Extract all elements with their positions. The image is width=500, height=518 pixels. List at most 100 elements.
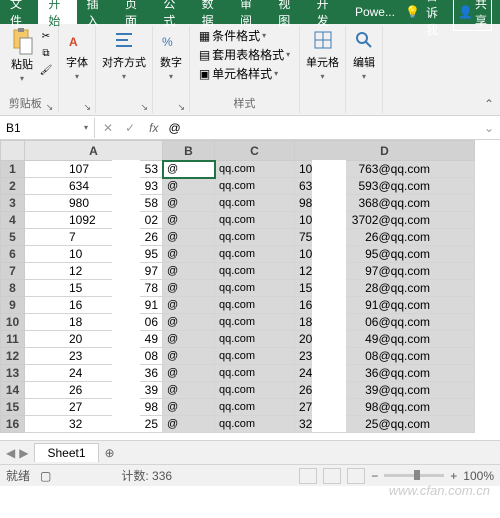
row-header-11[interactable]: 11 <box>1 331 25 348</box>
cell-B9[interactable]: @ <box>163 297 215 314</box>
cell-C6[interactable]: qq.com <box>215 246 295 263</box>
cell-B4[interactable]: @ <box>163 212 215 229</box>
cell-A12[interactable]: 2308 <box>25 348 163 365</box>
conditional-format-button[interactable]: ▦条件格式▾ <box>199 26 266 45</box>
cell-styles-button[interactable]: ▣单元格样式▾ <box>199 64 278 83</box>
enter-formula-icon[interactable]: ✓ <box>121 121 139 135</box>
alignment-button[interactable]: 对齐方式 ▾ <box>100 26 148 83</box>
sheet-nav-next-icon[interactable]: ▶ <box>19 446 28 460</box>
tab-power[interactable]: Powe... <box>345 0 405 24</box>
tab-formulas[interactable]: 公式 <box>153 0 191 24</box>
select-all-corner[interactable] <box>1 141 25 161</box>
cell-B3[interactable]: @ <box>163 195 215 212</box>
cell-B11[interactable]: @ <box>163 331 215 348</box>
row-header-1[interactable]: 1 <box>1 161 25 178</box>
cancel-formula-icon[interactable]: ✕ <box>99 121 117 135</box>
row-header-16[interactable]: 16 <box>1 416 25 433</box>
cell-A2[interactable]: 63493 <box>25 178 163 195</box>
cell-A13[interactable]: 2436 <box>25 365 163 382</box>
name-box[interactable]: B1 ▾ <box>0 118 95 138</box>
cells-button[interactable]: 单元格 ▾ <box>304 26 341 83</box>
tab-view[interactable]: 视图 <box>268 0 306 24</box>
cell-C5[interactable]: qq.com <box>215 229 295 246</box>
zoom-slider[interactable] <box>384 474 444 477</box>
row-header-10[interactable]: 10 <box>1 314 25 331</box>
spreadsheet-grid[interactable]: ABCD110753@qq.com10763@qq.com263493@qq.c… <box>0 140 500 440</box>
formula-value[interactable]: @ <box>164 121 184 135</box>
cell-C12[interactable]: qq.com <box>215 348 295 365</box>
tell-me[interactable]: 告诉我 <box>426 0 447 38</box>
zoom-out-button[interactable]: − <box>371 469 378 483</box>
format-as-table-button[interactable]: ▤套用表格格式▾ <box>199 45 290 64</box>
cut-button[interactable]: ✂ <box>38 28 54 44</box>
row-header-8[interactable]: 8 <box>1 280 25 297</box>
cell-B2[interactable]: @ <box>163 178 215 195</box>
fx-icon[interactable]: fx <box>143 121 164 135</box>
cell-C11[interactable]: qq.com <box>215 331 295 348</box>
tab-review[interactable]: 审阅 <box>230 0 268 24</box>
editing-button[interactable]: 编辑 ▾ <box>350 26 378 83</box>
row-header-5[interactable]: 5 <box>1 229 25 246</box>
cell-B1[interactable]: @ <box>163 161 215 178</box>
view-layout-button[interactable] <box>323 468 341 484</box>
row-header-9[interactable]: 9 <box>1 297 25 314</box>
row-header-15[interactable]: 15 <box>1 399 25 416</box>
cell-B5[interactable]: @ <box>163 229 215 246</box>
cell-C4[interactable]: qq.com <box>215 212 295 229</box>
dialog-launcher-icon[interactable]: ↘ <box>46 102 54 113</box>
cell-A15[interactable]: 2798 <box>25 399 163 416</box>
cell-C16[interactable]: qq.com <box>215 416 295 433</box>
cell-B15[interactable]: @ <box>163 399 215 416</box>
copy-button[interactable]: ⧉ <box>38 45 54 61</box>
add-sheet-button[interactable]: ⊕ <box>99 446 121 460</box>
cell-A10[interactable]: 1806 <box>25 314 163 331</box>
cell-C13[interactable]: qq.com <box>215 365 295 382</box>
row-header-14[interactable]: 14 <box>1 382 25 399</box>
cell-A7[interactable]: 1297 <box>25 263 163 280</box>
font-button[interactable]: A 字体 ▾ <box>63 26 91 83</box>
collapse-ribbon-icon[interactable]: ⌃ <box>484 97 494 111</box>
cell-A5[interactable]: 726 <box>25 229 163 246</box>
view-pagebreak-button[interactable] <box>347 468 365 484</box>
cell-C9[interactable]: qq.com <box>215 297 295 314</box>
cell-B14[interactable]: @ <box>163 382 215 399</box>
cell-C1[interactable]: qq.com <box>215 161 295 178</box>
tab-home[interactable]: 开始 <box>38 0 76 24</box>
cell-B7[interactable]: @ <box>163 263 215 280</box>
row-header-7[interactable]: 7 <box>1 263 25 280</box>
col-header-D[interactable]: D <box>295 141 475 161</box>
tab-insert[interactable]: 插入 <box>77 0 115 24</box>
format-painter-button[interactable]: 🖌 <box>38 62 54 78</box>
row-header-3[interactable]: 3 <box>1 195 25 212</box>
cell-B6[interactable]: @ <box>163 246 215 263</box>
tab-layout[interactable]: 页面 <box>115 0 153 24</box>
cell-B13[interactable]: @ <box>163 365 215 382</box>
dialog-launcher-icon[interactable]: ↘ <box>83 102 91 113</box>
cell-A14[interactable]: 2639 <box>25 382 163 399</box>
cell-C15[interactable]: qq.com <box>215 399 295 416</box>
record-macro-icon[interactable]: ▢ <box>40 469 51 483</box>
number-button[interactable]: % 数字 ▾ <box>157 26 185 83</box>
row-header-6[interactable]: 6 <box>1 246 25 263</box>
cell-C7[interactable]: qq.com <box>215 263 295 280</box>
tab-file[interactable]: 文件 <box>0 0 38 24</box>
cell-B8[interactable]: @ <box>163 280 215 297</box>
cell-C2[interactable]: qq.com <box>215 178 295 195</box>
view-normal-button[interactable] <box>299 468 317 484</box>
cell-C8[interactable]: qq.com <box>215 280 295 297</box>
row-header-12[interactable]: 12 <box>1 348 25 365</box>
row-header-13[interactable]: 13 <box>1 365 25 382</box>
dialog-launcher-icon[interactable]: ↘ <box>177 102 185 113</box>
expand-formula-icon[interactable]: ⌄ <box>478 121 500 135</box>
tab-dev[interactable]: 开发 <box>307 0 345 24</box>
cell-B10[interactable]: @ <box>163 314 215 331</box>
tab-data[interactable]: 数据 <box>192 0 230 24</box>
col-header-C[interactable]: C <box>215 141 295 161</box>
cell-C10[interactable]: qq.com <box>215 314 295 331</box>
row-header-2[interactable]: 2 <box>1 178 25 195</box>
dialog-launcher-icon[interactable]: ↘ <box>140 102 148 113</box>
col-header-A[interactable]: A <box>25 141 163 161</box>
col-header-B[interactable]: B <box>163 141 215 161</box>
cell-A11[interactable]: 2049 <box>25 331 163 348</box>
cell-B12[interactable]: @ <box>163 348 215 365</box>
